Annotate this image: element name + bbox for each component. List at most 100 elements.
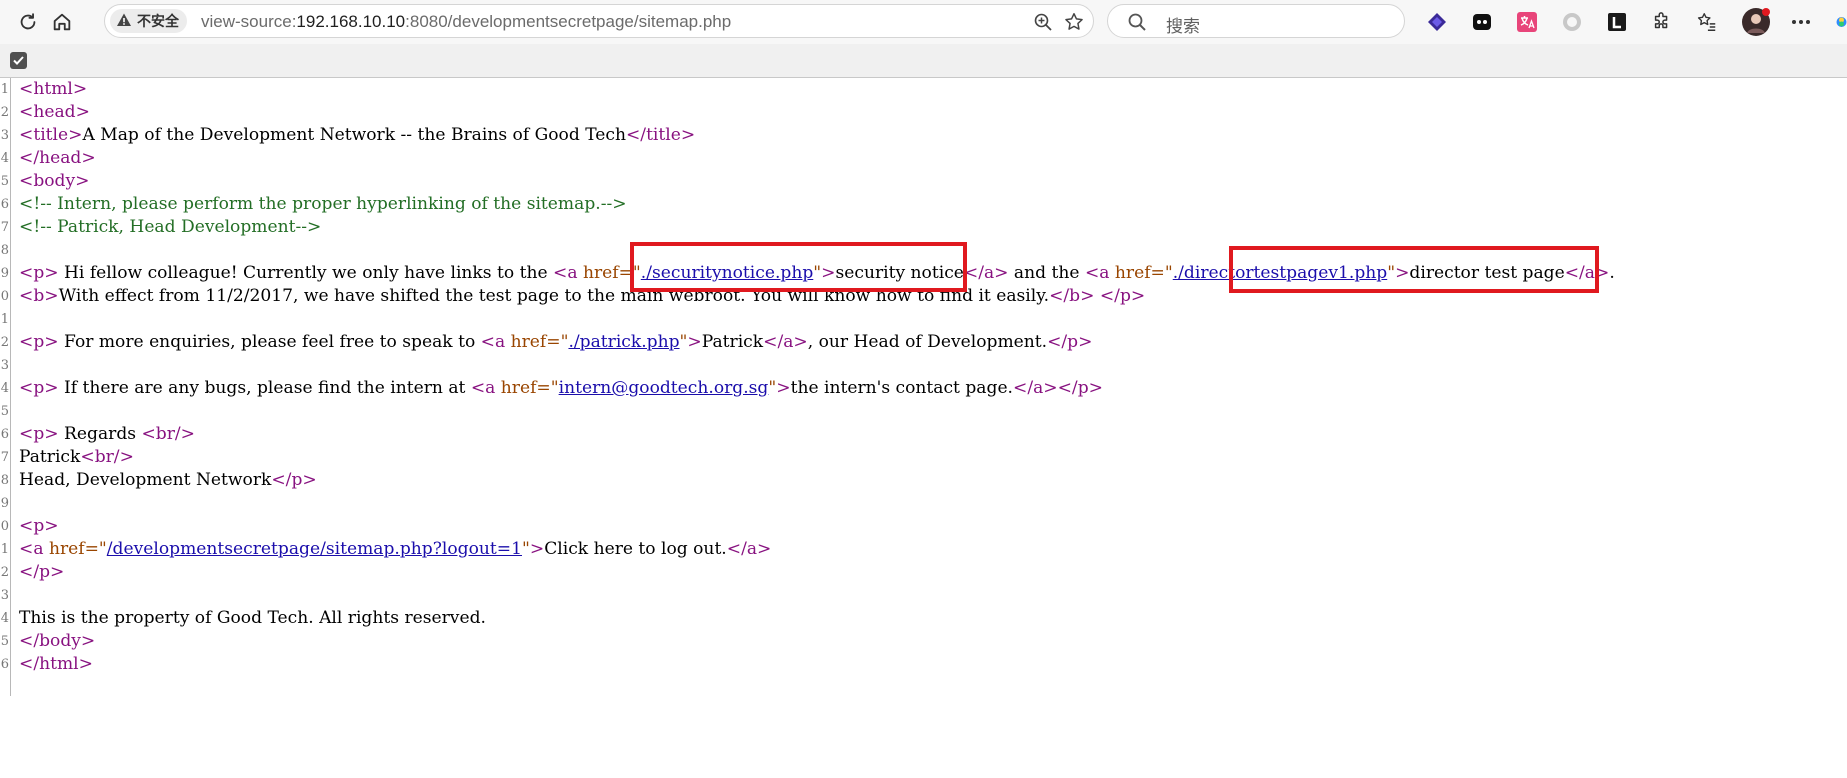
checkmark-icon xyxy=(13,56,24,65)
reload-icon[interactable] xyxy=(12,6,44,38)
period-text: . xyxy=(1609,263,1615,283)
p-close-tag: </p> xyxy=(19,562,65,582)
url-path: :8080/developmentsecretpage/sitemap.php xyxy=(405,12,732,31)
line-number: 5 xyxy=(0,634,9,649)
line-number: 2 xyxy=(0,335,9,350)
title-close-tag: </title> xyxy=(625,125,696,145)
anchor-close-tag: </a> xyxy=(763,332,808,352)
quote: " xyxy=(521,539,530,559)
source-line: <p> For more enquiries, please feel free… xyxy=(19,331,1092,354)
tag-end: > xyxy=(776,378,791,398)
browser-toolbar: 不安全 view-source:192.168.10.10:8080/devel… xyxy=(0,0,1847,44)
extension-translate-icon[interactable] xyxy=(1516,11,1538,33)
home-icon[interactable] xyxy=(46,6,78,38)
source-line: </body> xyxy=(19,630,95,653)
href-attribute: href= xyxy=(1114,263,1165,283)
line-number: 0 xyxy=(0,289,9,304)
intro-text: Hi fellow colleague! Currently we only h… xyxy=(58,263,554,283)
copyright-text: This is the property of Good Tech. All r… xyxy=(19,608,486,628)
tag-end: > xyxy=(687,332,702,352)
favorite-star-icon[interactable] xyxy=(1063,11,1085,33)
p-open-tag: <p> xyxy=(19,378,59,398)
head-of-dev-text: , our Head of Development. xyxy=(807,332,1048,352)
p-open-tag: <p> xyxy=(19,516,59,536)
search-icon xyxy=(1126,11,1148,33)
extension-diamond-icon[interactable] xyxy=(1426,11,1448,33)
p-open-tag: <p> xyxy=(19,424,59,444)
line-number: 9 xyxy=(0,496,9,511)
line-number: 4 xyxy=(0,151,9,166)
favorites-list-icon[interactable] xyxy=(1696,11,1718,33)
extension-circle-icon[interactable] xyxy=(1561,11,1583,33)
address-bar[interactable]: 不安全 view-source:192.168.10.10:8080/devel… xyxy=(104,4,1094,38)
html-close-tag: </html> xyxy=(19,654,93,674)
line-number: 0 xyxy=(0,519,9,534)
anchor-open-tag: <a xyxy=(553,263,583,283)
intern-comment: <!-- Intern, please perform the proper h… xyxy=(19,194,627,214)
line-number: 2 xyxy=(0,105,9,120)
url-text[interactable]: view-source:192.168.10.10:8080/developme… xyxy=(201,12,731,32)
source-code: <html> <head> <title>A Map of the Develo… xyxy=(19,78,1615,778)
href-attribute: href= xyxy=(48,539,99,559)
title-open-tag: <title> xyxy=(19,125,83,145)
extension-cat-icon[interactable] xyxy=(1471,11,1493,33)
extensions-puzzle-icon[interactable] xyxy=(1651,11,1673,33)
line-number: 1 xyxy=(0,542,9,557)
source-line: <p> Regards <br/> xyxy=(19,423,195,446)
signature-role-text: Head, Development Network xyxy=(19,470,272,490)
security-label: 不安全 xyxy=(137,13,179,29)
br-tag: <br/> xyxy=(141,424,195,444)
anchor-close-tag: </a> xyxy=(726,539,772,559)
href-attribute: href= xyxy=(500,378,551,398)
head-close-tag: </head> xyxy=(19,148,96,168)
p-close-tag: </p> xyxy=(1099,286,1146,306)
p-open-tag: <p> xyxy=(19,332,59,352)
patrick-text: Patrick xyxy=(701,332,764,352)
url-prefix: view-source: xyxy=(201,12,297,31)
br-tag: <br/> xyxy=(80,447,134,467)
patrick-link[interactable]: ./patrick.php xyxy=(568,332,679,352)
tag-end: > xyxy=(529,539,545,559)
source-line: Patrick<br/> xyxy=(19,446,134,469)
line-wrap-bar xyxy=(0,44,1847,78)
security-indicator[interactable]: 不安全 xyxy=(110,9,187,33)
head-open-tag: <head> xyxy=(19,102,90,122)
more-menu-icon[interactable] xyxy=(1790,11,1812,33)
anchor-close-tag: </a> xyxy=(1013,378,1058,398)
line-number-gutter: 1 2 3 4 5 6 7 8 9 0 1 2 3 4 5 6 7 8 9 0 1 2 3 4 5 6 xyxy=(0,78,11,696)
source-line: <html> xyxy=(19,78,87,101)
source-line: <b>With effect from 11/2/2017, we have s… xyxy=(19,285,1145,308)
source-line: <title>A Map of the Development Network … xyxy=(19,124,695,147)
enquiries-text: For more enquiries, please feel free to … xyxy=(58,332,481,352)
search-box[interactable]: 搜索 xyxy=(1107,4,1405,38)
source-line: <p> xyxy=(19,515,59,538)
intern-email-link[interactable]: intern@goodtech.org.sg xyxy=(559,378,769,398)
href-attribute: href= xyxy=(510,332,561,352)
source-line: <p> If there are any bugs, please find t… xyxy=(19,377,1103,400)
line-number: 2 xyxy=(0,565,9,580)
line-wrap-checkbox[interactable] xyxy=(10,52,27,69)
line-number: 5 xyxy=(0,404,9,419)
extension-l-icon[interactable] xyxy=(1606,11,1628,33)
warning-icon xyxy=(116,12,132,31)
profile-avatar[interactable] xyxy=(1741,7,1771,37)
copilot-icon[interactable] xyxy=(1836,11,1847,33)
anchor-open-tag: <a xyxy=(480,332,511,352)
line-number: 7 xyxy=(0,450,9,465)
line-number: 3 xyxy=(0,128,9,143)
line-number: 3 xyxy=(0,358,9,373)
line-number: 6 xyxy=(0,427,9,442)
line-number: 4 xyxy=(0,381,9,396)
source-line: <a href="/developmentsecretpage/sitemap.… xyxy=(19,538,771,561)
line-number: 3 xyxy=(0,588,9,603)
source-line: </html> xyxy=(19,653,93,676)
line-number: 4 xyxy=(0,611,9,626)
line-number: 9 xyxy=(0,266,9,281)
zoom-icon[interactable] xyxy=(1032,11,1054,33)
anchor-open-tag: <a xyxy=(1084,263,1115,283)
logout-link[interactable]: /developmentsecretpage/sitemap.php?logou… xyxy=(107,539,522,559)
and-the-text: and the xyxy=(1008,263,1085,283)
line-number: 8 xyxy=(0,243,9,258)
quote: " xyxy=(550,378,559,398)
body-open-tag: <body> xyxy=(19,171,90,191)
